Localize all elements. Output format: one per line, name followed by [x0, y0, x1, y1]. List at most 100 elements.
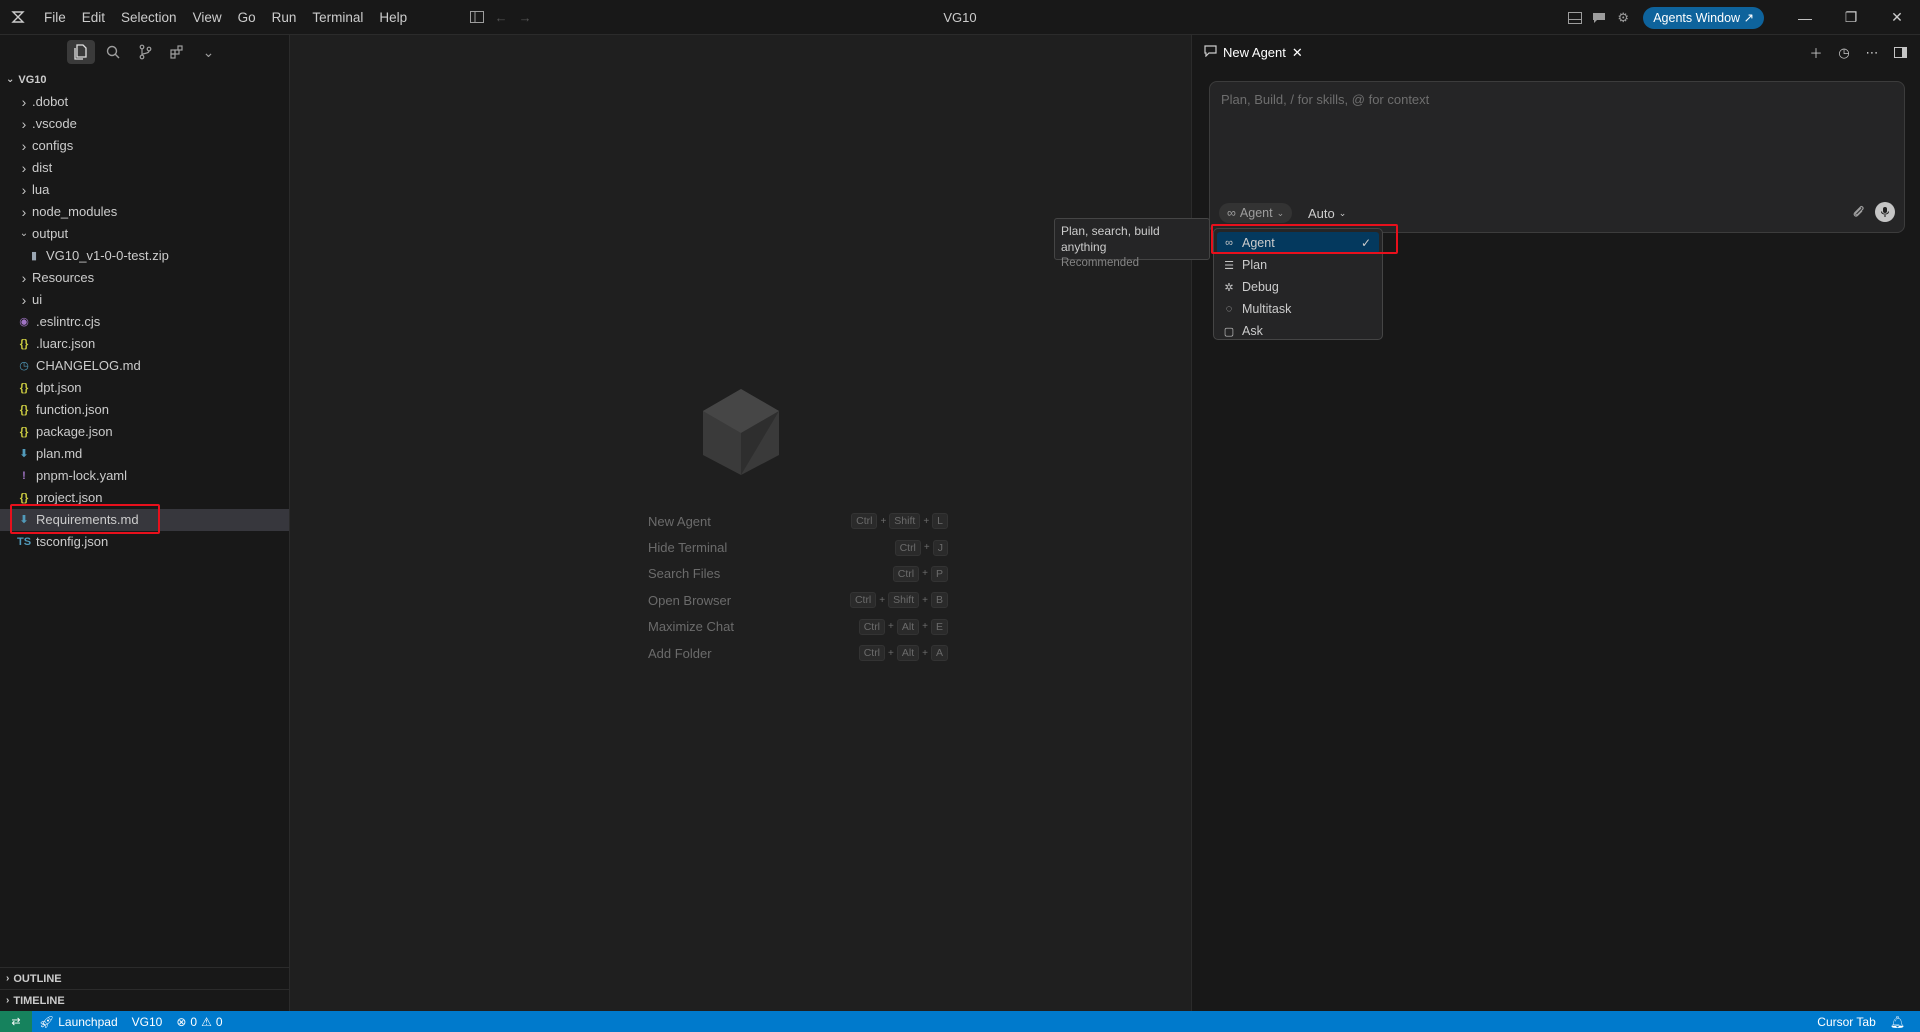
- infinity-icon: ∞: [1227, 206, 1236, 220]
- chat-icon[interactable]: [1587, 6, 1611, 30]
- chat-tab-bar: New Agent ✕ ＋ ◷ ⋯: [1192, 35, 1920, 70]
- explorer-files-icon[interactable]: [66, 40, 95, 64]
- keycap: P: [930, 565, 948, 582]
- folder-item[interactable]: › .dobot: [0, 91, 289, 113]
- menu-edit[interactable]: Edit: [74, 0, 113, 35]
- settings-gear-icon[interactable]: ⚙: [1611, 6, 1635, 30]
- chevron-down-icon[interactable]: ⌄: [195, 40, 223, 64]
- chat-composer[interactable]: Plan, Build, / for skills, @ for context…: [1209, 81, 1905, 233]
- tooltip-title: Plan, search, build anything: [1061, 224, 1160, 254]
- close-window-icon[interactable]: ✕: [1874, 0, 1920, 35]
- chevron-right-icon: ›: [6, 972, 10, 984]
- file-item[interactable]: ◷ CHANGELOG.md: [0, 355, 289, 377]
- folder-item[interactable]: › Resources: [0, 267, 289, 289]
- yaml-icon: !: [22, 470, 26, 482]
- key-plus: +: [880, 515, 887, 527]
- menu-go[interactable]: Go: [230, 0, 264, 35]
- file-item[interactable]: {} package.json: [0, 421, 289, 443]
- mode-option-ask[interactable]: ▢ Ask: [1217, 320, 1379, 342]
- outline-section-header[interactable]: › OUTLINE: [0, 967, 289, 989]
- minimize-icon[interactable]: —: [1782, 0, 1828, 35]
- timeline-section-header[interactable]: › TIMELINE: [0, 989, 289, 1011]
- back-arrow-icon[interactable]: ←: [489, 5, 513, 29]
- mode-option-debug[interactable]: ✲ Debug: [1217, 276, 1379, 298]
- menu-run[interactable]: Run: [264, 0, 305, 35]
- forward-arrow-icon[interactable]: →: [513, 5, 537, 29]
- file-item[interactable]: ! pnpm-lock.yaml: [0, 465, 289, 487]
- menu-bar: File Edit Selection View Go Run Terminal…: [36, 0, 415, 35]
- shortcut-hint-row[interactable]: Search Files Ctrl + P: [648, 561, 948, 587]
- explorer-root-header[interactable]: ⌄ VG10: [0, 69, 289, 91]
- folder-item[interactable]: › .vscode: [0, 113, 289, 135]
- error-count: 0: [190, 1014, 198, 1029]
- tree-item-label: ui: [32, 292, 43, 307]
- tree-item-label: Resources: [32, 270, 95, 285]
- paperclip-attach-icon[interactable]: [1852, 204, 1864, 221]
- shortcut-hint-row[interactable]: Hide Terminal Ctrl + J: [648, 534, 948, 560]
- chevron-right-icon: ›: [21, 94, 27, 110]
- file-item[interactable]: {} .luarc.json: [0, 333, 289, 355]
- toggle-panel-layout-icon[interactable]: [1888, 41, 1912, 65]
- search-icon[interactable]: [99, 40, 127, 64]
- shortcut-keys: Ctrl + Alt + A: [858, 645, 948, 662]
- source-control-icon[interactable]: [131, 40, 159, 64]
- shortcut-hint-row[interactable]: New Agent Ctrl + Shift + L: [648, 508, 948, 534]
- history-icon[interactable]: ◷: [1832, 41, 1856, 65]
- app-logo-icon: [0, 0, 36, 35]
- folder-item[interactable]: › configs: [0, 135, 289, 157]
- menu-selection[interactable]: Selection: [113, 0, 185, 35]
- error-icon: ⊗: [176, 1014, 187, 1029]
- key-plus: +: [923, 515, 930, 527]
- key-plus: +: [922, 621, 928, 633]
- file-item[interactable]: TS tsconfig.json: [0, 531, 289, 553]
- menu-help[interactable]: Help: [371, 0, 415, 35]
- project-status-item[interactable]: VG10: [125, 1011, 170, 1032]
- shortcut-hint-row[interactable]: Maximize Chat Ctrl + Alt + E: [648, 614, 948, 640]
- new-chat-plus-icon[interactable]: ＋: [1804, 41, 1828, 65]
- folder-item[interactable]: ⌄ output: [0, 223, 289, 245]
- folder-item[interactable]: › ui: [0, 289, 289, 311]
- tab-new-agent[interactable]: New Agent ✕: [1192, 35, 1315, 70]
- file-item[interactable]: {} dpt.json: [0, 377, 289, 399]
- keycap: A: [930, 645, 948, 662]
- file-item[interactable]: ▮ VG10_v1-0-0-test.zip: [0, 245, 289, 267]
- model-selector-button[interactable]: Auto ⌄: [1308, 203, 1346, 223]
- tree-item-label: plan.md: [36, 446, 83, 461]
- cursor-logo-watermark-icon: [701, 387, 781, 480]
- problems-status-item[interactable]: ⊗ 0 ⚠ 0: [169, 1011, 229, 1032]
- file-item[interactable]: ◉ .eslintrc.cjs: [0, 311, 289, 333]
- menu-view[interactable]: View: [185, 0, 230, 35]
- restore-icon[interactable]: ❐: [1828, 0, 1874, 35]
- menu-file[interactable]: File: [36, 0, 74, 35]
- toggle-sidebar-icon[interactable]: [465, 5, 489, 29]
- notifications-bell-icon[interactable]: 🔔︎: [1883, 1011, 1912, 1032]
- mode-option-multitask[interactable]: ◌ Multitask: [1217, 298, 1379, 320]
- remote-connection-icon[interactable]: ⇄: [0, 1011, 32, 1032]
- cursor-tab-status-item[interactable]: Cursor Tab: [1810, 1011, 1882, 1032]
- toggle-panel-icon[interactable]: [1563, 6, 1587, 30]
- file-item[interactable]: {} function.json: [0, 399, 289, 421]
- mode-selector-button[interactable]: ∞ Agent ⌄: [1219, 203, 1293, 223]
- more-options-icon[interactable]: ⋯: [1860, 41, 1884, 65]
- folder-item[interactable]: › dist: [0, 157, 289, 179]
- composer-placeholder[interactable]: Plan, Build, / for skills, @ for context: [1221, 92, 1429, 107]
- shortcut-hint-row[interactable]: Add Folder Ctrl + Alt + A: [648, 640, 948, 666]
- warning-count: 0: [215, 1014, 223, 1029]
- folder-item[interactable]: › lua: [0, 179, 289, 201]
- agents-window-button[interactable]: Agents Window ↗: [1643, 6, 1764, 29]
- microphone-icon[interactable]: [1875, 202, 1895, 222]
- model-label: Auto: [1308, 205, 1335, 221]
- folder-item[interactable]: › node_modules: [0, 201, 289, 223]
- extensions-icon[interactable]: [163, 40, 191, 64]
- close-tab-icon[interactable]: ✕: [1292, 45, 1303, 61]
- launchpad-status-item[interactable]: 🚀︎ Launchpad: [32, 1011, 125, 1032]
- shortcut-hint-row[interactable]: Open Browser Ctrl + Shift + B: [648, 587, 948, 613]
- chevron-right-icon: ›: [21, 182, 27, 198]
- chevron-down-icon: ⌄: [6, 74, 15, 85]
- file-item[interactable]: ⬇ plan.md: [0, 443, 289, 465]
- menu-terminal[interactable]: Terminal: [304, 0, 371, 35]
- chat-bubble-icon: ▢: [1223, 325, 1235, 338]
- mode-option-plan[interactable]: ☰ Plan: [1217, 254, 1379, 276]
- shortcut-keys: Ctrl + P: [892, 565, 948, 582]
- zip-icon: ▮: [30, 250, 38, 262]
